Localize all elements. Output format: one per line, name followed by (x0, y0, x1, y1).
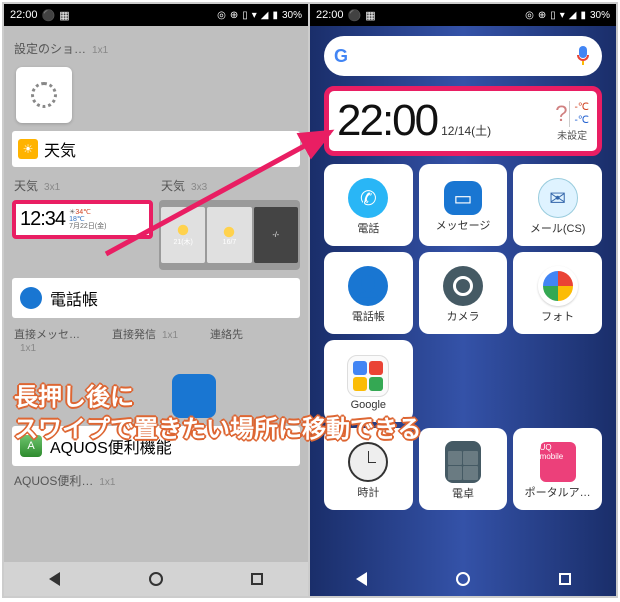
gear-icon (31, 82, 57, 108)
contacts-icon: 👤 (348, 266, 388, 306)
contacts-app-header[interactable]: 👤 電話帳 (12, 278, 300, 318)
app-calc[interactable]: 電卓 (419, 428, 508, 510)
app-message[interactable]: ▭メッセージ (419, 164, 508, 246)
app-photos[interactable]: フォト (513, 252, 602, 334)
nav-recent[interactable] (552, 570, 578, 588)
folder-google[interactable]: Google (324, 340, 413, 422)
contact-tile[interactable] (172, 374, 216, 418)
sun-icon: ☀ (18, 139, 38, 159)
status-bar: 22:00⚫▦ ◎⊕▯▾◢▮30% (310, 4, 616, 26)
photos-icon (538, 266, 578, 306)
person-icon: 👤 (20, 287, 42, 309)
settings-shortcut-widget[interactable] (16, 67, 72, 123)
clock-weather-widget[interactable]: 22:00 12/14(土) ? -℃ -℃ 未設定 (324, 86, 602, 156)
uq-icon: UQmobile (540, 442, 576, 482)
settings-widget-label: 設定のショ…1x1 (12, 34, 300, 63)
camera-icon (443, 266, 483, 306)
question-icon: ? (555, 101, 567, 127)
message-icon: ▭ (444, 181, 482, 215)
google-search-bar[interactable]: G (324, 36, 602, 76)
google-logo: G (334, 46, 348, 67)
phone-icon: ✆ (348, 178, 388, 218)
app-mailcs[interactable]: ✉メール(CS) (513, 164, 602, 246)
nav-back[interactable] (42, 570, 68, 588)
mail-icon: ✉ (538, 178, 578, 218)
status-time: 22:00 (10, 9, 38, 21)
clock-icon (348, 442, 388, 482)
home-screen: 22:00⚫▦ ◎⊕▯▾◢▮30% G 22:00 12/14(土) ? -℃ … (310, 4, 616, 596)
contacts-widget[interactable]: 連絡先 (208, 320, 300, 360)
weather-widget-3x3[interactable]: 21(木) 16/7 -/- (159, 200, 300, 270)
status-battery: 30% (282, 10, 302, 21)
weather-app-header[interactable]: ☀ 天気 (12, 131, 300, 167)
app-camera[interactable]: カメラ (419, 252, 508, 334)
weather-widget-3x1[interactable]: 12:34 ☀34℃ 18℃ 7月22日(金) (12, 200, 153, 239)
folder-icon (347, 355, 389, 397)
mic-icon[interactable] (574, 46, 592, 66)
app-contacts[interactable]: 👤電話帳 (324, 252, 413, 334)
caption-line2: スワイプで置きたい場所に移動できる (14, 414, 422, 445)
direct-message-widget[interactable]: 直接メッセ…1x1 (12, 320, 104, 360)
nav-bar (4, 562, 308, 596)
caption-line1: 長押し後に (14, 382, 134, 413)
app-phone[interactable]: ✆電話 (324, 164, 413, 246)
direct-call-widget[interactable]: 直接発信1x1 (110, 320, 202, 360)
widget-picker-screen: 22:00⚫▦ ◎⊕▯▾◢▮30% 設定のショ…1x1 ☀ 天気 天気3x1 1… (4, 4, 310, 596)
nav-bar (310, 562, 616, 596)
nav-home[interactable] (450, 570, 476, 588)
calc-icon (445, 441, 481, 483)
status-bar: 22:00⚫▦ ◎⊕▯▾◢▮30% (4, 4, 308, 26)
nav-back[interactable] (348, 570, 374, 588)
nav-recent[interactable] (244, 570, 270, 588)
nav-home[interactable] (143, 570, 169, 588)
app-portal[interactable]: UQmobileポータルア… (513, 428, 602, 510)
